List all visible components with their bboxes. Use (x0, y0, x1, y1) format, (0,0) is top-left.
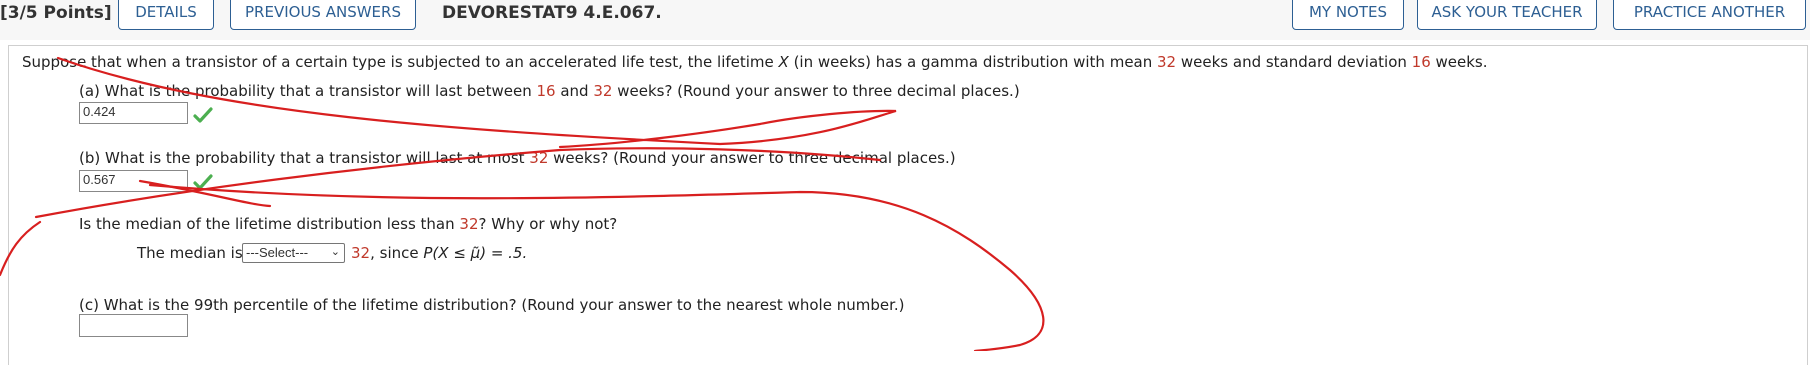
part-b-prompt: (b) What is the probability that a trans… (79, 149, 956, 167)
problem-id: DEVORESTAT9 4.E.067. (442, 3, 662, 23)
median-prefix: The median is (137, 244, 243, 262)
ask-teacher-button[interactable]: ASK YOUR TEACHER (1417, 0, 1597, 30)
part-c-answer-input[interactable] (79, 314, 188, 337)
details-button[interactable]: DETAILS (118, 0, 214, 30)
median-select[interactable]: ---Select--- ⌄ (242, 243, 345, 263)
check-icon (193, 174, 213, 190)
previous-answers-button[interactable]: PREVIOUS ANSWERS (230, 0, 416, 30)
check-icon (193, 107, 213, 123)
my-notes-button[interactable]: MY NOTES (1292, 0, 1404, 30)
part-b-answer-input[interactable]: 0.567 (79, 170, 188, 192)
chevron-down-icon: ⌄ (330, 246, 340, 258)
points-label: [3/5 Points] (0, 3, 112, 23)
part-a-prompt: (a) What is the probability that a trans… (79, 82, 1020, 100)
median-suffix: 32, since P(X ≤ μ̃) = .5. (351, 244, 528, 262)
practice-another-button[interactable]: PRACTICE ANOTHER (1613, 0, 1806, 30)
part-c-prompt: (c) What is the 99th percentile of the l… (79, 296, 905, 314)
median-question: Is the median of the lifetime distributi… (79, 215, 618, 233)
question-intro: Suppose that when a transistor of a cert… (22, 53, 1488, 71)
header-bar: [3/5 Points] DETAILS PREVIOUS ANSWERS DE… (0, 0, 1810, 40)
part-a-answer-input[interactable]: 0.424 (79, 102, 188, 124)
